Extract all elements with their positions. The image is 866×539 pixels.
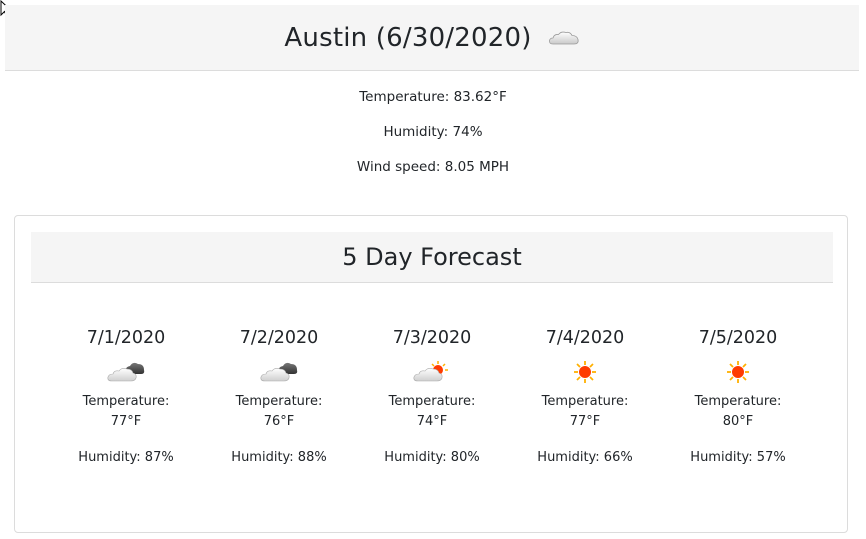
forecast-temp-value: 76°F [263, 414, 295, 429]
forecast-temp-value: 77°F [569, 414, 601, 429]
forecast-temp-value: 77°F [110, 414, 142, 429]
forecast-day: 7/3/2020 Temperature: 74°F Humidity: 80% [372, 326, 492, 468]
city-title: Austin (6/30/2020) [284, 22, 532, 53]
broken-clouds-icon [260, 362, 298, 382]
sun-icon [574, 361, 596, 383]
broken-clouds-icon [107, 362, 145, 382]
current-wind-speed: Wind speed: 8.05 MPH [356, 159, 510, 175]
forecast-temp-label: Temperature: [388, 394, 476, 409]
current-weather-header: Austin (6/30/2020) [5, 5, 859, 71]
forecast-temp-label: Temperature: [82, 394, 170, 409]
partly-cloudy-icon [413, 361, 448, 382]
forecast-humidity: Humidity: 57% [690, 450, 786, 465]
forecast-header: 5 Day Forecast [31, 232, 833, 283]
forecast-temp-value: 74°F [416, 414, 448, 429]
forecast-date: 7/1/2020 [86, 328, 166, 348]
sun-icon [727, 361, 749, 383]
current-humidity: Humidity: 74% [383, 124, 483, 140]
forecast-day: 7/1/2020 Temperature: 77°F Humidity: 87% [66, 326, 186, 468]
forecast-temp-label: Temperature: [694, 394, 782, 409]
forecast-humidity: Humidity: 80% [384, 450, 480, 465]
forecast-date: 7/4/2020 [545, 328, 625, 348]
forecast-temp-label: Temperature: [235, 394, 323, 409]
forecast-title: 5 Day Forecast [342, 243, 522, 271]
current-stats: Temperature: 83.62°F Humidity: 74% Wind … [0, 88, 866, 193]
clouds-icon [548, 31, 579, 44]
forecast-humidity: Humidity: 88% [231, 450, 327, 465]
current-temperature: Temperature: 83.62°F [359, 89, 507, 105]
forecast-temp-value: 80°F [722, 414, 754, 429]
forecast-date: 7/5/2020 [698, 328, 778, 348]
forecast-date: 7/3/2020 [392, 328, 472, 348]
forecast-card: 5 Day Forecast 7/1/2020 Temperature: 77°… [14, 215, 848, 533]
forecast-temp-label: Temperature: [541, 394, 629, 409]
forecast-humidity: Humidity: 66% [537, 450, 633, 465]
forecast-day: 7/4/2020 Temperature: 77°F Humidity: 66% [525, 326, 645, 468]
forecast-humidity: Humidity: 87% [78, 450, 174, 465]
forecast-day: 7/2/2020 Temperature: 76°F Humidity: 88% [219, 326, 339, 468]
forecast-day: 7/5/2020 Temperature: 80°F Humidity: 57% [678, 326, 798, 468]
forecast-date: 7/2/2020 [239, 328, 319, 348]
